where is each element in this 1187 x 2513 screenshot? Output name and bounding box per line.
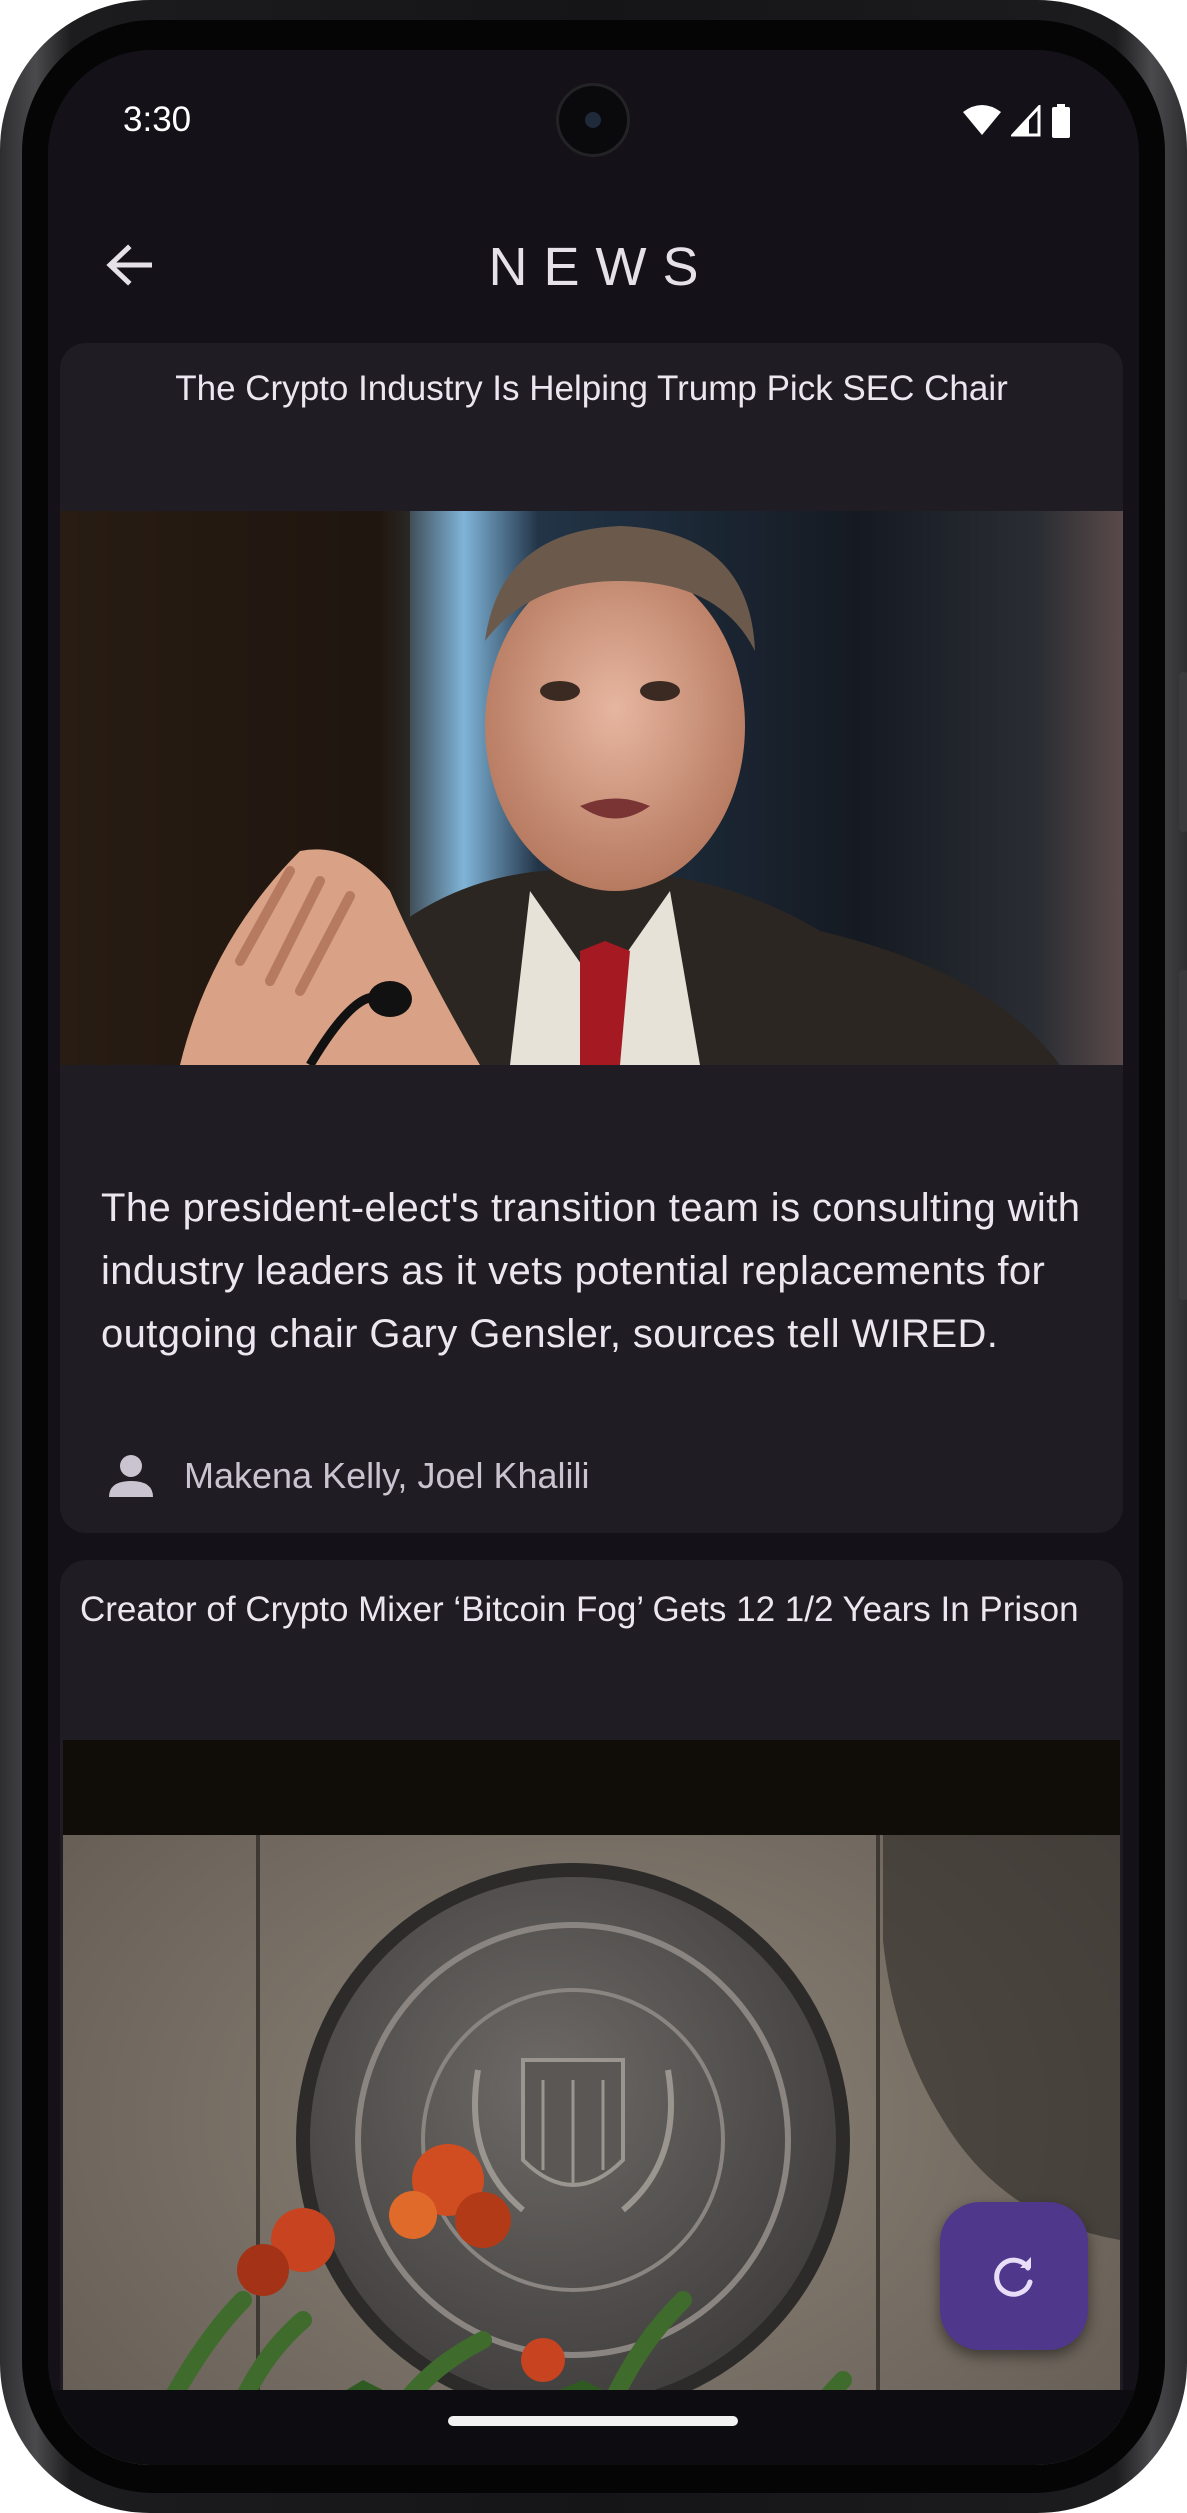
home-gesture-handle[interactable] [448, 2416, 738, 2426]
page-title: NEWS [488, 237, 715, 297]
status-time: 3:30 [123, 100, 192, 139]
news-card[interactable]: The Crypto Industry Is Helping Trump Pic… [60, 343, 1123, 1533]
refresh-icon [994, 2257, 1033, 2297]
article-headline: The Crypto Industry Is Helping Trump Pic… [175, 369, 1008, 408]
nav-bar-area [48, 2390, 1139, 2465]
wifi-icon [963, 105, 1001, 135]
volume-button [1179, 672, 1187, 832]
article-summary: The president-elect's transition team is… [101, 1186, 1081, 1356]
front-camera [556, 83, 630, 157]
power-button [1179, 970, 1187, 1300]
cell-signal-icon [1011, 105, 1041, 137]
person-icon [109, 1455, 153, 1497]
app-bar: NEWS [48, 200, 1139, 330]
refresh-button[interactable] [940, 2202, 1088, 2350]
article-image [63, 1740, 1120, 2465]
article-author: Makena Kelly, Joel Khalili [184, 1455, 590, 1496]
author-row: Makena Kelly, Joel Khalili [108, 1453, 590, 1499]
status-icons [963, 104, 1071, 138]
status-bar: 3:30 [48, 50, 1139, 190]
screen: 3:30 NEWS The Crypto Industry Is Helping… [48, 50, 1139, 2465]
battery-icon [1052, 104, 1070, 138]
article-image [60, 511, 1123, 1065]
article-headline: Creator of Crypto Mixer ‘Bitcoin Fog’ Ge… [80, 1590, 1079, 1629]
